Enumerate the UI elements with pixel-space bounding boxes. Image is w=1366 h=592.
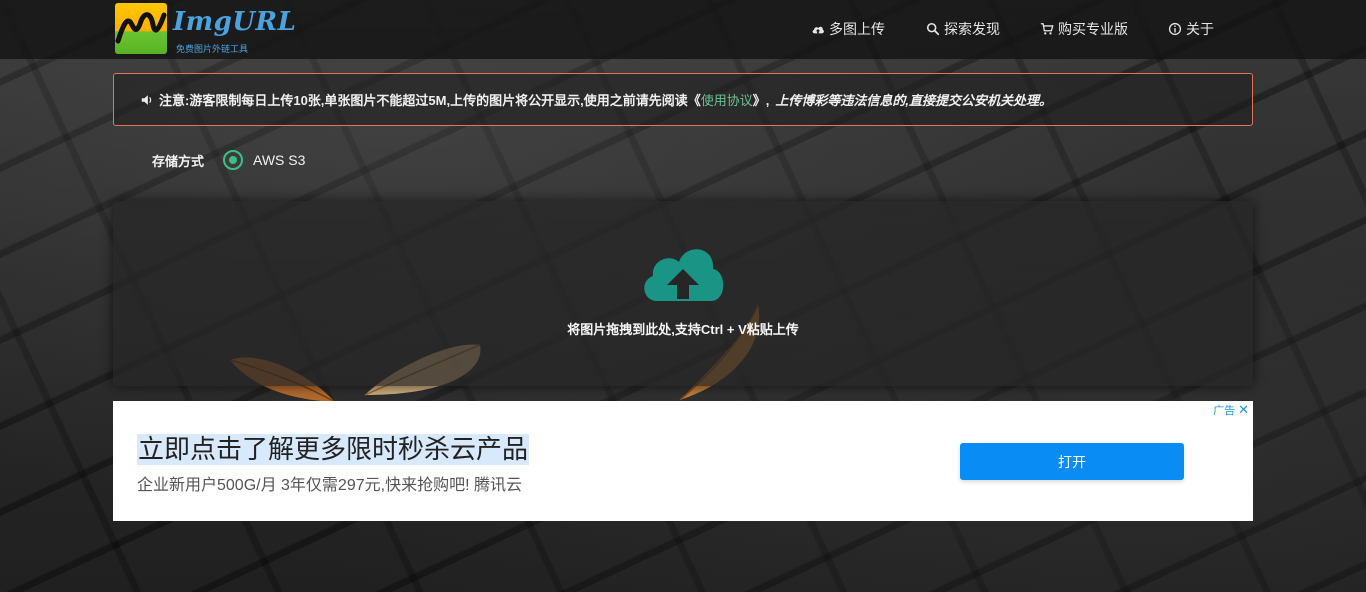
notice-warning: 上传博彩等违法信息的,直接提交公安机关处理。	[775, 93, 1052, 108]
brand-subtitle: 免费图片外链工具	[176, 44, 249, 54]
nav-multi-upload[interactable]: 多图上传	[811, 19, 885, 39]
logo-icon	[115, 3, 167, 54]
storage-label: 存储方式	[152, 154, 205, 169]
dropzone-text: 将图片拖拽到此处,支持Ctrl + V粘贴上传	[567, 322, 799, 337]
nav-about[interactable]: 关于	[1168, 19, 1214, 39]
search-icon	[926, 22, 940, 36]
storage-option-label[interactable]: AWS S3	[253, 152, 305, 168]
nav-label: 关于	[1186, 21, 1214, 37]
notice-banner: 注意: 游客限制每日上传10张,单张图片不能超过5M,上传的图片将公开显示,使用…	[113, 73, 1253, 126]
nav-explore[interactable]: 探索发现	[926, 19, 1000, 39]
brand-name: ImgURL	[173, 7, 297, 37]
notice-text: 游客限制每日上传10张,单张图片不能超过5M,上传的图片将公开显示,使用之前请先…	[189, 93, 701, 108]
ad-badge: 广告 ✕	[1213, 402, 1249, 418]
ad-badge-label: 广告	[1213, 405, 1236, 417]
speaker-icon	[141, 94, 152, 105]
ad-banner[interactable]: 立即点击了解更多限时秒杀云产品 企业新用户500G/月 3年仅需297元,快来抢…	[113, 401, 1253, 521]
cloud-upload-icon	[644, 249, 724, 301]
notice-heading: 注意:	[159, 93, 190, 108]
top-navbar: ImgURL 免费图片外链工具 多图上传 探索发现 购买专业版 关于	[0, 0, 1366, 59]
close-icon[interactable]: ✕	[1238, 402, 1249, 418]
cart-icon	[1040, 23, 1054, 35]
nav-label: 多图上传	[829, 21, 885, 37]
nav-label: 探索发现	[944, 21, 1000, 37]
storage-radio-aws-s3[interactable]	[223, 150, 243, 170]
upload-dropzone[interactable]: 将图片拖拽到此处,支持Ctrl + V粘贴上传	[113, 201, 1253, 386]
brand-logo[interactable]: ImgURL 免费图片外链工具	[115, 3, 296, 55]
ad-description: 企业新用户500G/月 3年仅需297元,快来抢购吧! 腾讯云	[137, 477, 522, 494]
nav-label: 购买专业版	[1058, 21, 1128, 37]
ad-open-button[interactable]: 打开	[960, 443, 1184, 480]
ad-title[interactable]: 立即点击了解更多限时秒杀云产品	[137, 434, 530, 465]
info-icon	[1168, 22, 1182, 36]
cloud-upload-icon	[812, 26, 824, 34]
notice-text-after: 》,	[752, 93, 770, 108]
nav-buy-pro[interactable]: 购买专业版	[1040, 19, 1128, 39]
terms-link[interactable]: 使用协议	[701, 90, 753, 109]
